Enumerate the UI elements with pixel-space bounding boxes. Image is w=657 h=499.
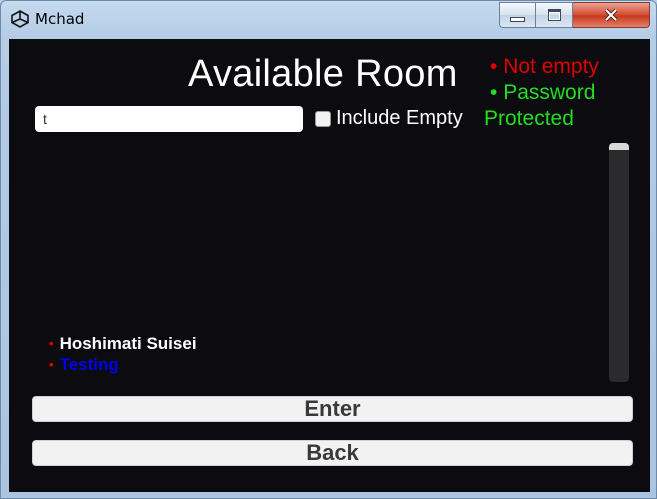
- list-item[interactable]: • Hoshimati Suisei: [49, 333, 589, 354]
- back-button[interactable]: Back: [32, 440, 633, 466]
- close-button[interactable]: [573, 2, 650, 28]
- room-browser-panel: Available Room • Not empty • Password Pr…: [9, 39, 650, 492]
- enter-button[interactable]: Enter: [32, 396, 633, 422]
- legend-password-label: Password: [503, 81, 596, 104]
- room-list: • Hoshimati Suisei • Testing: [49, 333, 589, 375]
- unity-logo-icon: [11, 10, 29, 28]
- room-status-bullet: •: [49, 336, 54, 351]
- legend-bullet: •: [490, 81, 498, 104]
- window-title: Mchad: [35, 10, 85, 28]
- legend-password: • Password: [490, 81, 595, 105]
- legend-not-empty: • Not empty: [490, 55, 599, 79]
- room-name: Testing: [59, 354, 119, 374]
- title-bar[interactable]: Mchad: [1, 1, 657, 39]
- scrollbar-thumb[interactable]: [609, 143, 629, 150]
- window-frame: Mchad Available Room • Not empty • Passw…: [0, 0, 657, 499]
- page-title: Available Room: [188, 53, 458, 95]
- legend-protected-label: Protected: [484, 107, 574, 130]
- close-icon: [604, 8, 618, 22]
- maximize-button[interactable]: [536, 2, 573, 28]
- room-name: Hoshimati Suisei: [59, 333, 197, 353]
- room-status-bullet: •: [49, 357, 54, 372]
- minimize-icon: [510, 16, 525, 22]
- list-item[interactable]: • Testing: [49, 354, 589, 375]
- search-input[interactable]: [35, 106, 303, 132]
- legend-bullet: •: [490, 55, 498, 78]
- room-list-scrollbar[interactable]: [609, 143, 629, 382]
- maximize-icon: [547, 9, 561, 21]
- minimize-button[interactable]: [499, 2, 536, 28]
- include-empty-checkbox[interactable]: [315, 111, 331, 127]
- legend-not-empty-label: Not empty: [503, 55, 599, 78]
- include-empty-label[interactable]: Include Empty: [336, 107, 463, 130]
